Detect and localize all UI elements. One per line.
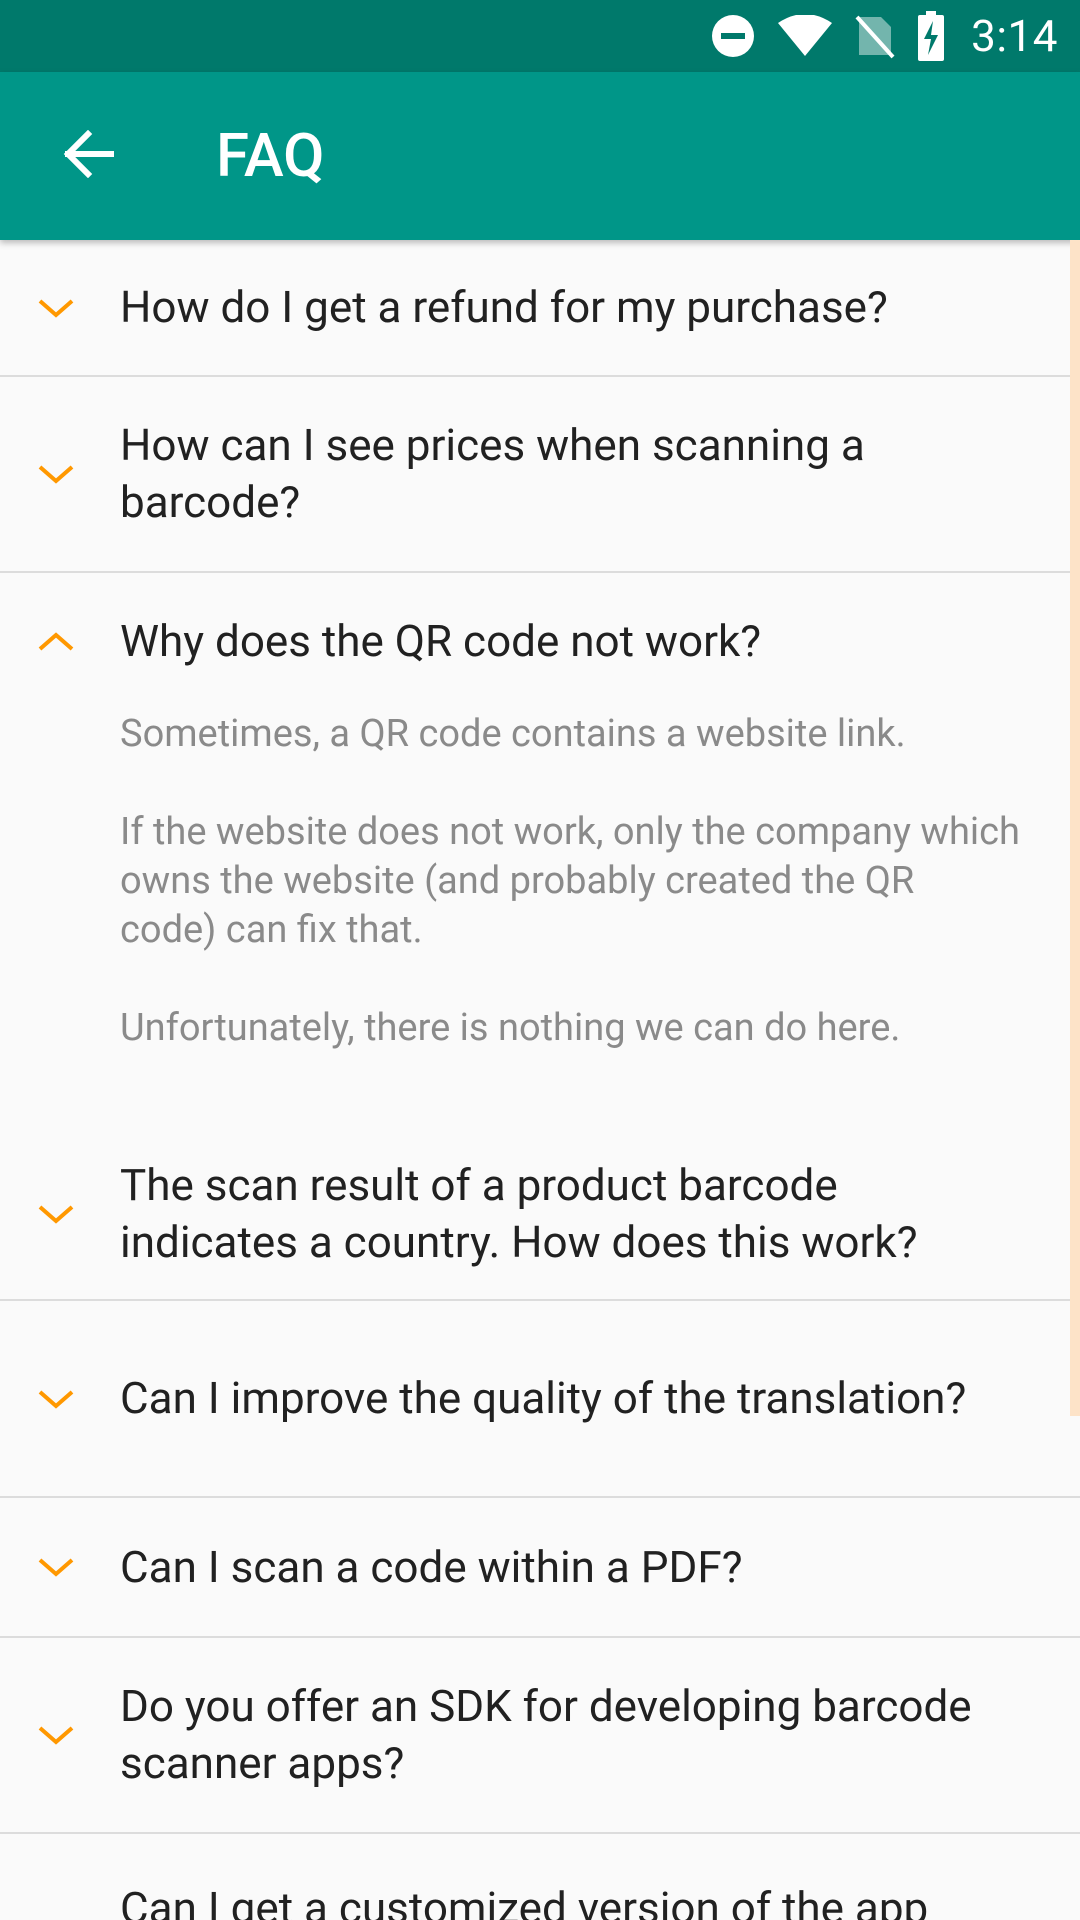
status-time: 3:14 — [971, 10, 1058, 62]
arrow-back-icon — [62, 129, 115, 182]
wifi-icon — [777, 15, 833, 57]
faq-question: Can I get a customized version of the ap… — [120, 1882, 929, 1920]
faq-answer: Sometimes, a QR code contains a website … — [120, 710, 1020, 1129]
status-icons: 3:14 — [711, 0, 1058, 72]
faq-question: The scan result of a product barcode ind… — [120, 1159, 918, 1268]
faq-question: How can I see prices when scanning a bar… — [120, 419, 865, 528]
faq-answer-paragraph: Sometimes, a QR code contains a website … — [120, 712, 906, 756]
chevron-down-icon — [38, 1558, 74, 1577]
chevron-down-icon — [38, 1726, 74, 1745]
chevron-down-icon — [38, 1389, 74, 1409]
faq-item: How can I see prices when scanning a bar… — [0, 377, 1080, 573]
app-bar: FAQ — [0, 72, 1080, 240]
battery-charging-icon — [917, 11, 945, 61]
chevron-down-icon — [38, 1205, 74, 1224]
scrollbar[interactable] — [1070, 240, 1080, 1416]
faq-screen: 3:14 FAQ How do I get a refund for my pu… — [0, 0, 1080, 1920]
faq-question: Can I improve the quality of the transla… — [120, 1372, 967, 1424]
faq-item: Can I get a customized version of the ap… — [0, 1834, 1080, 1920]
faq-question-row[interactable]: The scan result of a product barcode ind… — [0, 1129, 1080, 1299]
faq-item-expanded: Why does the QR code not work? Sometimes… — [0, 573, 1080, 1129]
chevron-down-icon — [38, 465, 74, 484]
faq-question-row[interactable]: Do you offer an SDK for developing barco… — [0, 1638, 1080, 1832]
faq-item: Can I scan a code within a PDF? — [0, 1498, 1080, 1638]
faq-list: How do I get a refund for my purchase? H… — [0, 240, 1080, 1920]
faq-question: Can I scan a code within a PDF? — [120, 1540, 743, 1593]
chevron-up-icon — [38, 631, 74, 651]
faq-question-row[interactable]: Can I scan a code within a PDF? — [0, 1498, 1080, 1636]
faq-question-row[interactable]: Can I improve the quality of the transla… — [0, 1301, 1080, 1496]
faq-item: Do you offer an SDK for developing barco… — [0, 1638, 1080, 1834]
faq-question-row[interactable]: How do I get a refund for my purchase? — [0, 240, 1080, 375]
faq-question-row[interactable]: Why does the QR code not work? — [0, 573, 1080, 710]
page-title: FAQ — [216, 120, 325, 191]
faq-question: Do you offer an SDK for developing barco… — [120, 1680, 972, 1789]
faq-question-row[interactable]: How can I see prices when scanning a bar… — [0, 377, 1080, 571]
status-bar: 3:14 — [0, 0, 1080, 72]
faq-item: How do I get a refund for my purchase? — [0, 240, 1080, 377]
faq-answer-paragraph: If the website does not work, only the c… — [120, 810, 1020, 952]
faq-question: How do I get a refund for my purchase? — [120, 281, 888, 333]
faq-item: The scan result of a product barcode ind… — [0, 1129, 1080, 1301]
faq-answer-paragraph: Unfortunately, there is nothing we can d… — [120, 1006, 901, 1050]
faq-question: Why does the QR code not work? — [120, 615, 762, 667]
no-sim-icon — [855, 13, 895, 59]
back-button[interactable] — [44, 112, 132, 200]
do-not-disturb-icon — [711, 14, 755, 58]
faq-item: Can I improve the quality of the transla… — [0, 1301, 1080, 1498]
faq-question-row[interactable]: Can I get a customized version of the ap… — [0, 1834, 1080, 1920]
chevron-down-icon — [38, 298, 74, 318]
